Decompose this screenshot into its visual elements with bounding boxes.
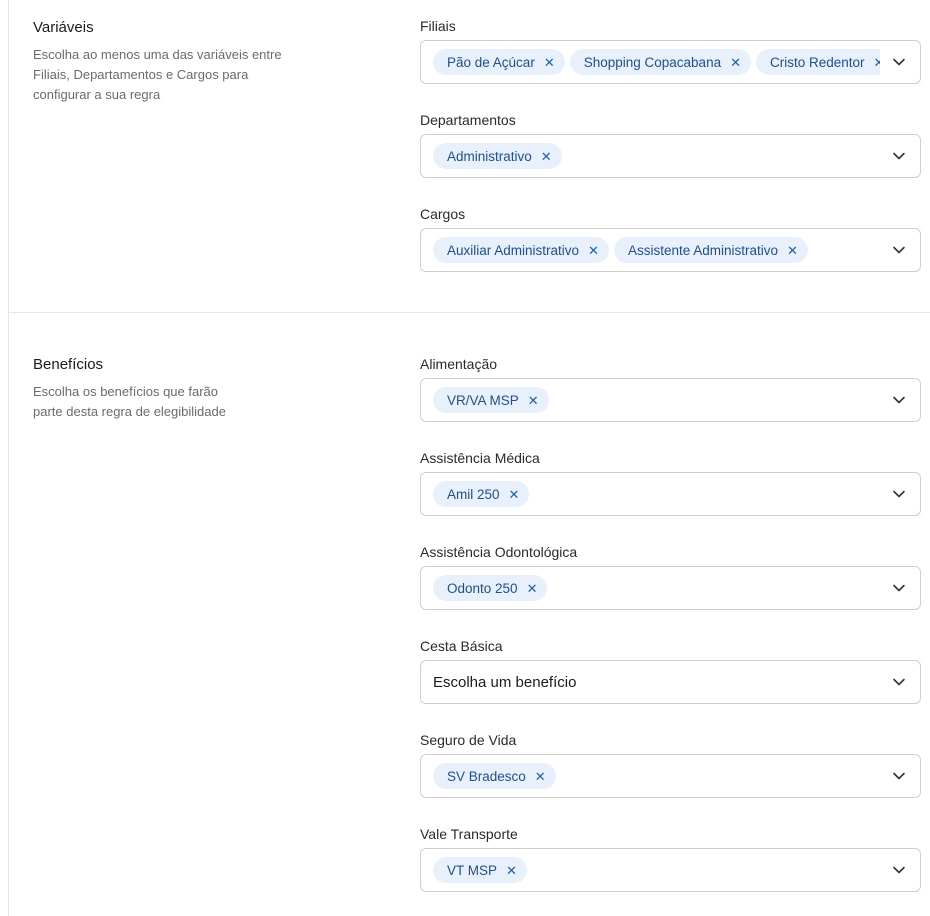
selected-chips: VT MSP ✕ [433, 857, 527, 883]
selected-chip: Administrativo ✕ [433, 143, 562, 169]
close-icon[interactable]: ✕ [527, 582, 538, 595]
chevron-down-icon[interactable] [892, 675, 906, 689]
chevron-down-icon[interactable] [892, 581, 906, 595]
variables-title: Variáveis [33, 19, 94, 36]
alimentacao-select[interactable]: VR/VA MSP ✕ [420, 378, 921, 422]
field-cesta-basica: Cesta Básica Escolha um benefício [420, 637, 922, 704]
selected-chips: SV Bradesco ✕ [433, 763, 556, 789]
chip-label: Cristo Redentor [770, 54, 865, 70]
close-icon[interactable]: ✕ [544, 56, 555, 69]
chip-label: VT MSP [447, 862, 498, 878]
field-label: Cesta Básica [420, 638, 503, 654]
selected-chip: Cristo Redentor ✕ [756, 49, 880, 75]
field-label: Cargos [420, 206, 466, 222]
close-icon[interactable]: ✕ [787, 244, 798, 257]
field-label: Seguro de Vida [420, 732, 517, 748]
seguro-de-vida-select[interactable]: SV Bradesco ✕ [420, 754, 921, 798]
selected-chip: Pão de Açúcar ✕ [433, 49, 565, 75]
field-label: Assistência Médica [420, 450, 540, 466]
assistencia-medica-select[interactable]: Amil 250 ✕ [420, 472, 921, 516]
selected-chip: Odonto 250 ✕ [433, 575, 548, 601]
benefits-description: Escolha os benefícios que farão parte de… [33, 384, 226, 419]
chip-label: Pão de Açúcar [447, 54, 535, 70]
vale-transporte-select[interactable]: VT MSP ✕ [420, 848, 921, 892]
chip-label: Amil 250 [447, 486, 500, 502]
field-vale-transporte: Vale Transporte VT MSP ✕ [420, 825, 922, 892]
close-icon[interactable]: ✕ [730, 56, 741, 69]
close-icon[interactable]: ✕ [588, 244, 599, 257]
field-assistencia-medica: Assistência Médica Amil 250 ✕ [420, 449, 922, 516]
chevron-down-icon[interactable] [892, 769, 906, 783]
chevron-down-icon[interactable] [892, 863, 906, 877]
selected-chip: VT MSP ✕ [433, 857, 527, 883]
selected-chips: Odonto 250 ✕ [433, 575, 548, 601]
chip-label: VR/VA MSP [447, 392, 519, 408]
chevron-down-icon[interactable] [892, 55, 906, 69]
close-icon[interactable]: ✕ [541, 150, 552, 163]
benefits-intro: Benefícios Escolha os benefícios que far… [33, 356, 333, 422]
field-alimentacao: Alimentação VR/VA MSP ✕ [420, 355, 922, 422]
chip-label: Odonto 250 [447, 580, 518, 596]
field-assistencia-odontologica: Assistência Odontológica Odonto 250 ✕ [420, 543, 922, 610]
chip-label: Shopping Copacabana [583, 54, 722, 70]
selected-chip: Assistente Administrativo ✕ [613, 237, 808, 263]
close-icon[interactable]: ✕ [528, 394, 539, 407]
field-label: Vale Transporte [420, 826, 518, 842]
selected-chips: Pão de Açúcar ✕ Shopping Copacabana ✕ Cristo… [433, 49, 880, 75]
chevron-down-icon[interactable] [892, 243, 906, 257]
chip-label: Administrativo [447, 148, 532, 164]
cesta-basica-select[interactable]: Escolha um benefício [420, 660, 921, 704]
selected-chips: Amil 250 ✕ [433, 481, 530, 507]
chip-label: SV Bradesco [447, 768, 526, 784]
field-cargos: Cargos Auxiliar Administrativo ✕ Assistent… [420, 205, 922, 272]
cargos-select[interactable]: Auxiliar Administrativo ✕ Assistente Admin… [420, 228, 921, 272]
field-label: Departamentos [420, 112, 516, 128]
selected-chips: VR/VA MSP ✕ [433, 387, 549, 413]
close-icon[interactable]: ✕ [509, 488, 520, 501]
benefits-title: Benefícios [33, 356, 104, 373]
close-icon[interactable]: ✕ [874, 56, 880, 69]
selected-chip: Auxiliar Administrativo ✕ [433, 237, 609, 263]
variables-section: Variáveis Escolha ao menos uma das variá… [9, 0, 930, 313]
selected-chip: SV Bradesco ✕ [433, 763, 556, 789]
chip-label: Assistente Administrativo [627, 242, 779, 258]
departamentos-select[interactable]: Administrativo ✕ [420, 134, 921, 178]
field-label: Assistência Odontológica [420, 544, 578, 560]
field-seguro-de-vida: Seguro de Vida SV Bradesco ✕ [420, 731, 922, 798]
chevron-down-icon[interactable] [892, 149, 906, 163]
field-filiais: Filiais Pão de Açúcar ✕ Shopping Copacaban… [420, 17, 922, 84]
eligibility-rule-form: Variáveis Escolha ao menos uma das variá… [8, 0, 930, 916]
chevron-down-icon[interactable] [892, 487, 906, 501]
close-icon[interactable]: ✕ [506, 864, 517, 877]
benefits-section: Benefícios Escolha os benefícios que far… [9, 313, 930, 916]
selected-chip: Shopping Copacabana ✕ [569, 49, 751, 75]
chevron-down-icon[interactable] [892, 393, 906, 407]
variables-intro: Variáveis Escolha ao menos uma das variá… [33, 19, 333, 105]
selected-chips: Auxiliar Administrativo ✕ Assistente Admin… [433, 237, 808, 263]
field-label: Alimentação [420, 356, 498, 372]
assistencia-odontologica-select[interactable]: Odonto 250 ✕ [420, 566, 921, 610]
select-placeholder: Escolha um benefício [433, 673, 577, 691]
field-label: Filiais [420, 18, 456, 34]
filiais-select[interactable]: Pão de Açúcar ✕ Shopping Copacabana ✕ Cristo… [420, 40, 921, 84]
chip-label: Auxiliar Administrativo [447, 242, 580, 258]
variables-description: Escolha ao menos uma das variáveis entre… [33, 47, 282, 102]
selected-chip: Amil 250 ✕ [433, 481, 530, 507]
selected-chips: Administrativo ✕ [433, 143, 562, 169]
field-departamentos: Departamentos Administrativo ✕ [420, 111, 922, 178]
close-icon[interactable]: ✕ [535, 770, 546, 783]
selected-chip: VR/VA MSP ✕ [433, 387, 549, 413]
